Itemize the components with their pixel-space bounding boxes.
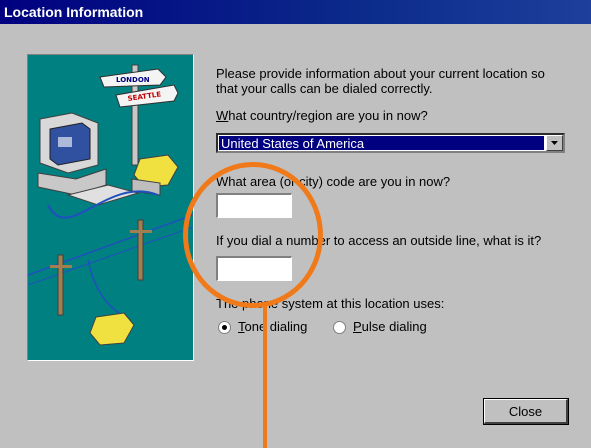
- tone-dialing-radio[interactable]: [218, 321, 231, 334]
- intro-line-2: that your calls can be dialed correctly.: [216, 81, 433, 96]
- outside-line-input[interactable]: [216, 256, 292, 281]
- phone-system-label: The phone system at this location uses:: [216, 296, 445, 311]
- sign-london: LONDON: [116, 76, 150, 84]
- telephone-network-illustration: LONDON SEATTLE: [27, 64, 194, 346]
- location-illustration: LONDON SEATTLE: [27, 54, 194, 361]
- pulse-dialing-label[interactable]: Pulse dialing: [353, 319, 427, 334]
- dropdown-button[interactable]: [546, 135, 563, 151]
- location-information-dialog: Location Information LONDON SEATTLE Plea…: [0, 0, 591, 448]
- title-bar: Location Information: [0, 0, 591, 24]
- chevron-down-icon: [551, 141, 558, 145]
- country-select[interactable]: United States of America: [216, 133, 565, 153]
- country-selected-value: United States of America: [219, 136, 544, 151]
- area-code-label: What area (or city) code are you in now?: [216, 174, 451, 189]
- pulse-dialing-radio[interactable]: [333, 321, 346, 334]
- window-title: Location Information: [4, 4, 144, 20]
- area-code-input[interactable]: [216, 193, 292, 218]
- outside-line-label: If you dial a number to access an outsid…: [216, 233, 542, 248]
- annotation-pointer-line: [263, 305, 267, 448]
- intro-line-1: Please provide information about your cu…: [216, 66, 545, 81]
- tone-dialing-label[interactable]: Tone dialing: [238, 319, 307, 334]
- country-label: What country/region are you in now?: [216, 108, 428, 123]
- radio-selected-dot: [222, 325, 227, 330]
- close-button[interactable]: Close: [483, 398, 569, 425]
